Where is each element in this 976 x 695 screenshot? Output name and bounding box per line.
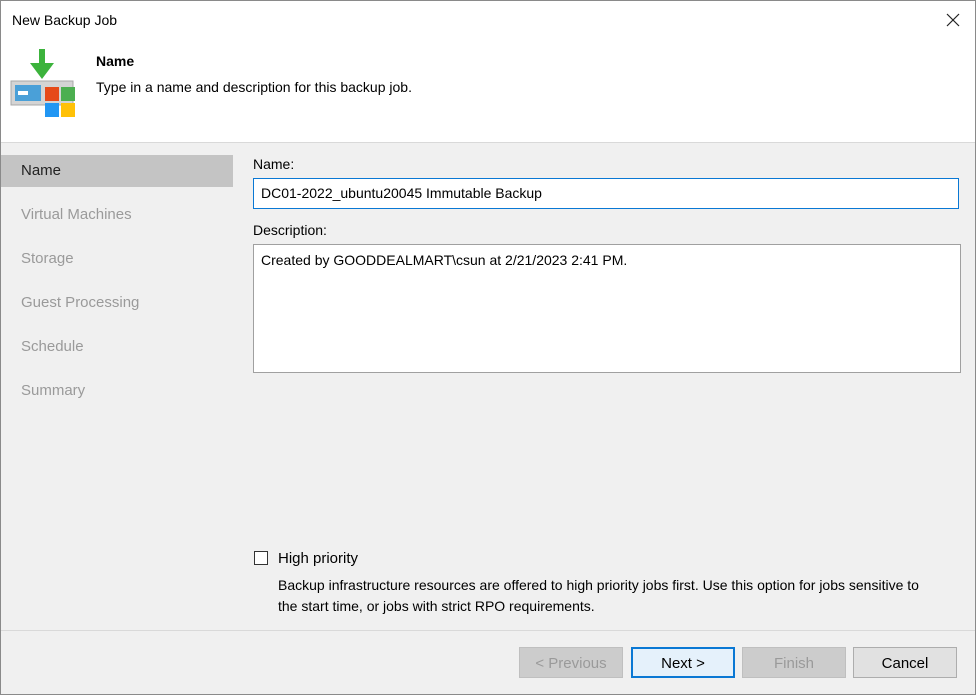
wizard-footer: < Previous Next > Finish Cancel [1, 631, 975, 694]
sidebar-item-summary[interactable]: Summary [1, 375, 233, 407]
description-textarea[interactable]: Created by GOODDEALMART\csun at 2/21/202… [253, 244, 961, 373]
sidebar-item-storage[interactable]: Storage [1, 243, 233, 275]
sidebar-item-guest-processing[interactable]: Guest Processing [1, 287, 233, 319]
sidebar-item-virtual-machines[interactable]: Virtual Machines [1, 199, 233, 231]
high-priority-label[interactable]: High priority [278, 550, 358, 567]
backup-job-icon [10, 49, 75, 117]
finish-button[interactable]: Finish [742, 647, 846, 678]
new-backup-job-dialog: New Backup Job Name Type in a name and d… [0, 0, 976, 695]
name-label: Name: [253, 156, 295, 172]
step-content: Name: DC01-2022_ubuntu20045 Immutable Ba… [235, 143, 975, 630]
close-button[interactable] [939, 7, 967, 33]
description-label: Description: [253, 222, 327, 238]
close-icon [946, 13, 960, 27]
sidebar-item-name[interactable]: Name [1, 155, 233, 187]
high-priority-checkbox[interactable] [254, 551, 268, 565]
window-title: New Backup Job [12, 12, 118, 28]
wizard-header: Name Type in a name and description for … [1, 41, 975, 142]
title-bar: New Backup Job [1, 1, 975, 41]
next-button[interactable]: Next > [631, 647, 735, 678]
high-priority-description: Backup infrastructure resources are offe… [278, 577, 919, 614]
step-subtitle: Type in a name and description for this … [96, 79, 412, 95]
previous-button[interactable]: < Previous [519, 647, 623, 678]
wizard-steps-sidebar: Name Virtual Machines Storage Guest Proc… [1, 143, 233, 630]
cancel-button[interactable]: Cancel [853, 647, 957, 678]
step-title: Name [96, 53, 135, 69]
sidebar-item-schedule[interactable]: Schedule [1, 331, 233, 363]
name-input[interactable]: DC01-2022_ubuntu20045 Immutable Backup [253, 178, 959, 209]
